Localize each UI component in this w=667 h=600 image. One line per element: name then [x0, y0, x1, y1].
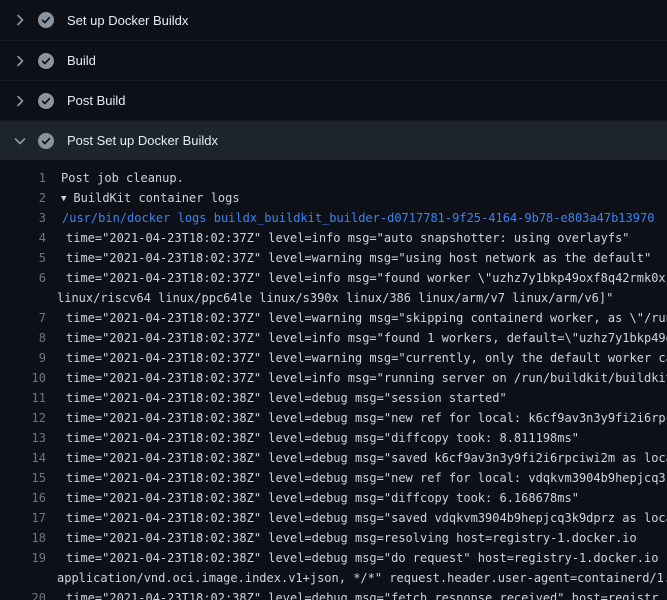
log-line-text: Post job cleanup.: [46, 168, 667, 188]
log-line: 13time="2021-04-23T18:02:38Z" level=debu…: [0, 428, 667, 448]
log-line: 1Post job cleanup.: [0, 168, 667, 188]
log-line: 18time="2021-04-23T18:02:38Z" level=debu…: [0, 528, 667, 548]
log-line: 8time="2021-04-23T18:02:37Z" level=info …: [0, 328, 667, 348]
log-line-number: [0, 568, 46, 588]
log-line-number[interactable]: 8: [0, 328, 46, 348]
log-line-text: time="2021-04-23T18:02:38Z" level=debug …: [46, 448, 667, 468]
success-check-icon: [38, 12, 54, 28]
log-line: 12time="2021-04-23T18:02:38Z" level=debu…: [0, 408, 667, 428]
log-line: 20time="2021-04-23T18:02:38Z" level=debu…: [0, 588, 667, 600]
log-line-number[interactable]: 20: [0, 588, 46, 600]
actions-log-viewer: Set up Docker Buildx Build Post Build Post …: [0, 0, 667, 600]
log-line-number[interactable]: 15: [0, 468, 46, 488]
log-line-number[interactable]: 7: [0, 308, 46, 328]
step-header-post-build[interactable]: Post Build: [0, 80, 667, 120]
log-line-text: application/vnd.oci.image.index.v1+json,…: [46, 568, 667, 588]
log-area: 1Post job cleanup.2 ▼ BuildKit container l…: [0, 160, 667, 600]
log-line-text: time="2021-04-23T18:02:37Z" level=warnin…: [46, 348, 667, 368]
chevron-down-icon[interactable]: [12, 133, 28, 149]
log-line: 17time="2021-04-23T18:02:38Z" level=debu…: [0, 508, 667, 528]
log-line-text: time="2021-04-23T18:02:37Z" level=info m…: [46, 328, 667, 348]
success-check-icon: [38, 133, 54, 149]
step-label: Post Build: [67, 93, 126, 108]
log-line: 3/usr/bin/docker logs buildx_buildkit_bu…: [0, 208, 667, 228]
log-line-text: time="2021-04-23T18:02:38Z" level=debug …: [46, 468, 667, 488]
log-line-number[interactable]: 3: [0, 208, 46, 228]
log-line-text: time="2021-04-23T18:02:37Z" level=info m…: [46, 228, 667, 248]
log-line: 15time="2021-04-23T18:02:38Z" level=debu…: [0, 468, 667, 488]
chevron-right-icon[interactable]: [12, 53, 28, 69]
log-line-number[interactable]: 17: [0, 508, 46, 528]
log-line: 9time="2021-04-23T18:02:37Z" level=warni…: [0, 348, 667, 368]
chevron-right-icon[interactable]: [12, 12, 28, 28]
log-line: 2 ▼ BuildKit container logs: [0, 188, 667, 208]
group-label: BuildKit container logs: [73, 191, 239, 205]
log-line-number[interactable]: 18: [0, 528, 46, 548]
log-line-text: time="2021-04-23T18:02:38Z" level=debug …: [46, 548, 667, 568]
log-line-text: time="2021-04-23T18:02:37Z" level=warnin…: [46, 308, 667, 328]
group-toggle-icon[interactable]: ▼: [61, 189, 66, 208]
log-line-number[interactable]: 9: [0, 348, 46, 368]
log-line-number[interactable]: 11: [0, 388, 46, 408]
log-line-text: time="2021-04-23T18:02:38Z" level=debug …: [46, 588, 667, 600]
log-line-number[interactable]: 19: [0, 548, 46, 568]
step-header-set-up-docker-buildx[interactable]: Set up Docker Buildx: [0, 0, 667, 40]
log-line-number: [0, 288, 46, 308]
success-check-icon: [38, 53, 54, 69]
log-line: 10time="2021-04-23T18:02:37Z" level=info…: [0, 368, 667, 388]
log-line-text: time="2021-04-23T18:02:37Z" level=info m…: [46, 368, 667, 388]
log-line-text: linux/riscv64 linux/ppc64le linux/s390x …: [46, 288, 667, 308]
log-line-text: time="2021-04-23T18:02:37Z" level=info m…: [46, 268, 667, 288]
log-line-number[interactable]: 12: [0, 408, 46, 428]
log-line-text: time="2021-04-23T18:02:37Z" level=warnin…: [46, 248, 667, 268]
log-line-number[interactable]: 13: [0, 428, 46, 448]
log-line: linux/riscv64 linux/ppc64le linux/s390x …: [0, 288, 667, 308]
log-line-text: time="2021-04-23T18:02:38Z" level=debug …: [46, 428, 667, 448]
log-line-number[interactable]: 6: [0, 268, 46, 288]
log-line-text: /usr/bin/docker logs buildx_buildkit_bui…: [46, 208, 667, 228]
log-line-number[interactable]: 10: [0, 368, 46, 388]
log-line-text: time="2021-04-23T18:02:38Z" level=debug …: [46, 408, 667, 428]
step-label: Set up Docker Buildx: [67, 13, 188, 28]
success-check-icon: [38, 93, 54, 109]
log-line: 4time="2021-04-23T18:02:37Z" level=info …: [0, 228, 667, 248]
log-line-text: time="2021-04-23T18:02:38Z" level=debug …: [46, 388, 667, 408]
log-line: 16time="2021-04-23T18:02:38Z" level=debu…: [0, 488, 667, 508]
log-line: 7time="2021-04-23T18:02:37Z" level=warni…: [0, 308, 667, 328]
log-line-number[interactable]: 1: [0, 168, 46, 188]
log-line: 11time="2021-04-23T18:02:38Z" level=debu…: [0, 388, 667, 408]
step-header-post-set-up-docker-buildx[interactable]: Post Set up Docker Buildx: [0, 120, 667, 160]
log-line: 19time="2021-04-23T18:02:38Z" level=debu…: [0, 548, 667, 568]
step-label: Build: [67, 53, 96, 68]
step-header-build[interactable]: Build: [0, 40, 667, 80]
log-line-number[interactable]: 4: [0, 228, 46, 248]
log-line: 6time="2021-04-23T18:02:37Z" level=info …: [0, 268, 667, 288]
log-line-text: time="2021-04-23T18:02:38Z" level=debug …: [46, 508, 667, 528]
log-line-number[interactable]: 5: [0, 248, 46, 268]
log-line-text: time="2021-04-23T18:02:38Z" level=debug …: [46, 528, 667, 548]
step-label: Post Set up Docker Buildx: [67, 133, 218, 148]
log-line-number[interactable]: 2: [0, 188, 46, 208]
log-line-text: ▼ BuildKit container logs: [46, 188, 667, 208]
log-line: 5time="2021-04-23T18:02:37Z" level=warni…: [0, 248, 667, 268]
log-line: 14time="2021-04-23T18:02:38Z" level=debu…: [0, 448, 667, 468]
log-line-number[interactable]: 16: [0, 488, 46, 508]
log-line-text: time="2021-04-23T18:02:38Z" level=debug …: [46, 488, 667, 508]
log-line: application/vnd.oci.image.index.v1+json,…: [0, 568, 667, 588]
log-line-number[interactable]: 14: [0, 448, 46, 468]
steps-list: Set up Docker Buildx Build Post Build Post …: [0, 0, 667, 160]
chevron-right-icon[interactable]: [12, 93, 28, 109]
